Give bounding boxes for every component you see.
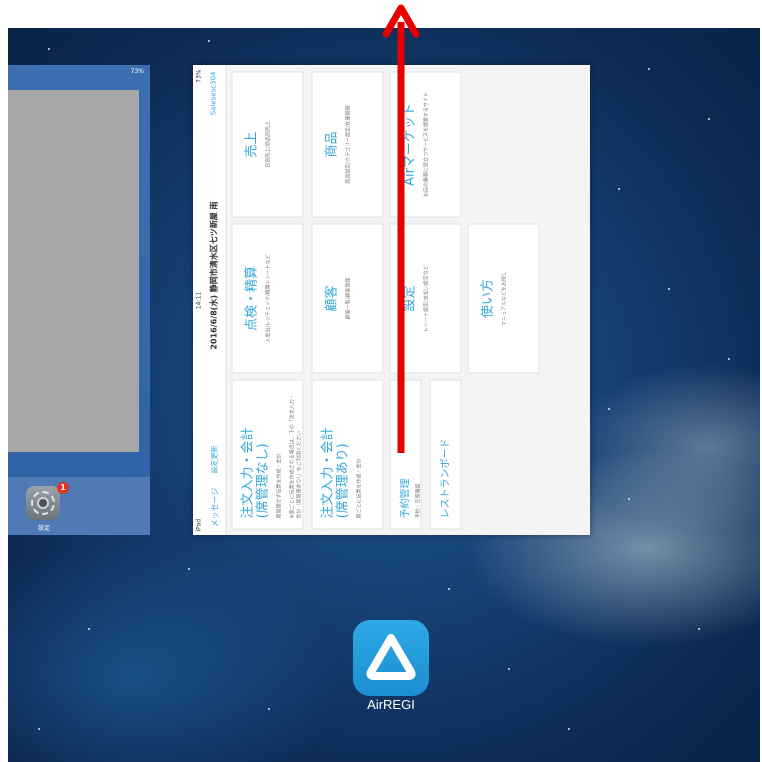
star [268,708,270,710]
order-seat-tile[interactable]: 注文入力・会計 (席管理あり) 席ごとに伝票を作成・会計 [311,379,383,529]
message-button[interactable]: メッセージ [209,487,220,527]
tile-title: 予約管理 [400,478,411,518]
tile-desc: 席ごとに伝票を作成・会計 [356,457,362,518]
nav-title: 2016/6/8(水) 静岡市清水区七ツ新屋 雨 [209,200,218,350]
settings-app-icon[interactable] [26,486,60,520]
settings-app-label: 設定 [37,525,50,532]
star [188,568,190,570]
tile-title: Airマーケット [402,102,417,186]
airregi-app-card[interactable]: iPad 14:11 73% メッセージ 設定更新 2016/6/8(水) 静岡… [193,65,590,535]
tile-note: ※席ごとに伝票を作成される場合は、下の「注文入力・会計（席管理あり）」をご利用く… [289,393,302,518]
star [508,668,510,670]
tile-title: 使い方 [480,278,495,318]
nav-bar: メッセージ 設定更新 2016/6/8(水) 静岡市清水区七ツ新屋 雨 Sale… [203,65,226,535]
tile-title: 注文入力・会計 (席管理あり) [320,426,350,518]
tile-desc: 席管理せず伝票を作成・会計 [276,452,282,518]
star [568,728,570,730]
star [628,498,630,500]
star [668,288,670,290]
blurred-content [8,90,139,452]
order-no-seat-tile[interactable]: 注文入力・会計 (席管理なし) 席管理せず伝票を作成・会計 ※席ごとに伝票を作成… [231,379,303,529]
tile-title: 注文入力・会計 (席管理なし) [240,426,270,518]
tile-title: 売上 [244,131,259,158]
status-bar: iPad 14:11 73% [193,65,203,535]
star [448,588,450,590]
status-battery: 73% [195,69,202,83]
tile-desc: 商品設定/カテゴリー設定/在庫管理 [345,104,351,184]
settings-tile[interactable]: 設定 レシート設定/支払い設定など [389,223,461,373]
status-time: 14:11 [195,291,202,309]
sales-tile[interactable]: 売上 日別売上/商品別売上 [231,71,303,217]
check-tile[interactable]: 点検・精算 入金出/レジチェック/精算レシートなど [231,223,303,373]
tile-desc: 入金出/レジチェック/精算レシートなど [265,253,271,343]
market-tile[interactable]: Airマーケット お店の業務に役立つサービスを提案するサイト [389,71,461,217]
notification-badge: 1 [57,482,69,494]
home-screen-card[interactable]: 73% 1 設定 [8,65,150,535]
help-tile[interactable]: 使い方 マニュアルなどをお探し [467,223,539,373]
tile-title: 点検・精算 [244,265,259,331]
star [48,48,50,50]
star [648,68,650,70]
star [608,408,610,410]
tile-title: 顧客 [324,285,339,312]
airregi-app-content: iPad 14:11 73% メッセージ 設定更新 2016/6/8(水) 静岡… [193,65,590,535]
restaurant-board-tile[interactable]: レストランボード [429,379,461,529]
tile-desc: レシート設定/支払い設定など [423,264,429,332]
star [88,628,90,630]
tile-desc: 予約・空席確認 [415,482,421,518]
star [708,118,710,120]
tile-title: 商品 [324,131,339,158]
tile-title: 設定 [402,285,417,312]
tile-desc: お店の業務に役立つサービスを提案するサイト [423,91,429,197]
tile-desc: 顧客一覧/顧客登録 [345,277,351,319]
star [618,188,620,190]
airregi-app-icon[interactable] [353,620,429,696]
tile-title: レストランボード [440,438,451,518]
tile-desc: 日別売上/商品別売上 [265,120,271,168]
status-battery: 73% [130,68,144,75]
store-name[interactable]: Salesesc304 [209,71,217,115]
star [208,40,210,42]
star [698,628,700,630]
tile-desc: マニュアルなどをお探し [501,270,507,326]
airregi-app-label: AirREGI [367,697,415,712]
airregi-logo-icon [366,634,416,680]
gear-center [37,497,49,509]
customers-tile[interactable]: 顧客 顧客一覧/顧客登録 [311,223,383,373]
reservation-tile[interactable]: 予約管理 予約・空席確認 [389,379,421,529]
star [38,728,40,730]
star [728,358,730,360]
products-tile[interactable]: 商品 商品設定/カテゴリー設定/在庫管理 [311,71,383,217]
update-settings-button[interactable]: 設定更新 [209,445,219,473]
